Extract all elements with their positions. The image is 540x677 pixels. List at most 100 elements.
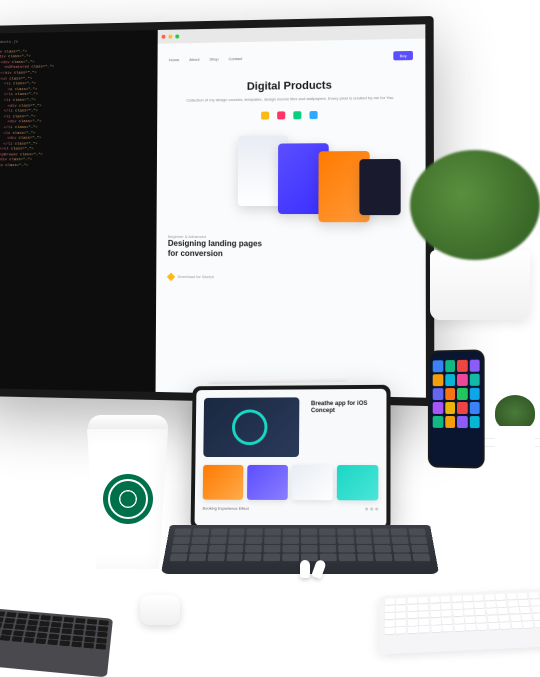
keyboard-key[interactable]	[96, 637, 107, 643]
keyboard-key[interactable]	[245, 554, 262, 562]
ipad-screen[interactable]: Breathe app for iOS Concept Booking Expe…	[195, 389, 387, 527]
keyboard-key[interactable]	[477, 623, 488, 630]
keyboard-key[interactable]	[35, 638, 46, 644]
keyboard-key[interactable]	[408, 619, 418, 626]
keyboard-key[interactable]	[95, 644, 106, 650]
keyboard-key[interactable]	[396, 605, 406, 612]
iphone-homescreen[interactable]	[430, 351, 483, 466]
keyboard-key[interactable]	[301, 528, 317, 535]
keyboard-key[interactable]	[73, 629, 84, 635]
keyboard-key[interactable]	[452, 602, 462, 609]
app-icon[interactable]	[433, 374, 443, 386]
keyboard-key[interactable]	[419, 611, 429, 618]
keyboard-key[interactable]	[408, 626, 418, 633]
keyboard-key[interactable]	[263, 554, 280, 562]
keyboard-key[interactable]	[83, 642, 94, 648]
keyboard-key[interactable]	[454, 624, 465, 631]
keyboard-key[interactable]	[495, 594, 506, 600]
thumbnail[interactable]	[247, 465, 288, 500]
keyboard-key[interactable]	[51, 622, 62, 628]
keyboard-key[interactable]	[517, 593, 528, 599]
keyboard-key[interactable]	[498, 608, 509, 615]
editor-tab[interactable]: products.js	[0, 38, 151, 47]
thumbnail[interactable]	[292, 465, 333, 500]
keyboard-key[interactable]	[226, 554, 243, 562]
keyboard-key[interactable]	[62, 623, 73, 629]
keyboard-key[interactable]	[337, 528, 353, 535]
keyboard-key[interactable]	[36, 632, 47, 638]
keyboard-key[interactable]	[519, 600, 530, 607]
keyboard-key[interactable]	[319, 528, 335, 535]
keyboard-key[interactable]	[97, 626, 108, 632]
keyboard-key[interactable]	[441, 610, 451, 617]
keyboard-key[interactable]	[301, 537, 317, 544]
keyboard-key[interactable]	[26, 625, 37, 631]
keyboard-key[interactable]	[474, 595, 484, 601]
keyboard-key[interactable]	[16, 619, 27, 625]
keyboard-key[interactable]	[441, 603, 451, 610]
app-icon[interactable]	[457, 360, 467, 372]
keyboard-key[interactable]	[13, 630, 24, 636]
keyboard-key[interactable]	[393, 545, 410, 552]
keyboard-key[interactable]	[419, 626, 429, 633]
keyboard-key[interactable]	[207, 554, 224, 562]
keyboard-key[interactable]	[534, 621, 540, 628]
keyboard-key[interactable]	[521, 614, 532, 621]
keyboard-key[interactable]	[246, 537, 263, 544]
keyboard-key[interactable]	[410, 537, 427, 544]
keyboard-key[interactable]	[4, 618, 15, 624]
keyboard-key[interactable]	[506, 593, 517, 599]
ipad[interactable]: Breathe app for iOS Concept Booking Expe…	[191, 385, 391, 531]
keyboard-key[interactable]	[0, 635, 11, 641]
keyboard-key[interactable]	[71, 641, 82, 647]
keyboard-key[interactable]	[499, 615, 510, 622]
app-icon[interactable]	[433, 402, 443, 414]
keyboard-key[interactable]	[39, 621, 50, 627]
keyboard-key[interactable]	[391, 528, 408, 535]
keyboard-key[interactable]	[98, 620, 109, 626]
keyboard-key[interactable]	[375, 554, 392, 562]
keyboard-key[interactable]	[385, 598, 395, 604]
keyboard-key[interactable]	[373, 528, 390, 535]
keyboard-key[interactable]	[86, 619, 97, 625]
keyboard-key[interactable]	[355, 528, 372, 535]
cta-button[interactable]: Buy	[393, 51, 413, 60]
keyboard-key[interactable]	[385, 620, 395, 627]
thumbnail[interactable]	[203, 465, 244, 500]
keyboard-key[interactable]	[409, 528, 426, 535]
nav-link[interactable]: About	[189, 57, 199, 62]
keyboard-key[interactable]	[85, 630, 96, 636]
keyboard-key[interactable]	[74, 624, 85, 630]
app-icon[interactable]	[457, 416, 467, 428]
keyboard-key[interactable]	[86, 625, 97, 631]
keyboard-key[interactable]	[60, 634, 71, 640]
keyboard-key[interactable]	[209, 537, 226, 544]
keyboard-key[interactable]	[301, 545, 317, 552]
keyboard-key[interactable]	[357, 554, 374, 562]
app-icon[interactable]	[433, 388, 443, 400]
keyboard-key[interactable]	[319, 537, 335, 544]
keyboard-key[interactable]	[419, 604, 429, 611]
keyboard-key[interactable]	[385, 605, 395, 612]
keyboard-key[interactable]	[355, 537, 372, 544]
keyboard-key[interactable]	[396, 612, 406, 619]
keyboard-key[interactable]	[520, 607, 531, 614]
app-icon[interactable]	[469, 416, 479, 428]
keyboard-key[interactable]	[229, 528, 246, 535]
keyboard-key[interactable]	[1, 629, 13, 635]
keyboard-key[interactable]	[385, 627, 395, 634]
pagination-dots[interactable]	[365, 507, 378, 510]
keyboard-key[interactable]	[25, 631, 36, 637]
magic-keyboard[interactable]	[379, 589, 540, 655]
keyboard-key[interactable]	[17, 613, 28, 619]
thumbnail[interactable]	[337, 465, 379, 500]
keyboard-key[interactable]	[23, 637, 35, 643]
keyboard-key[interactable]	[6, 612, 17, 618]
keyboard-key[interactable]	[429, 597, 439, 603]
keyboard-key[interactable]	[508, 600, 519, 607]
keyboard-key[interactable]	[174, 528, 191, 535]
app-icon[interactable]	[445, 402, 455, 414]
keyboard-key[interactable]	[465, 616, 476, 623]
keyboard-key[interactable]	[463, 595, 473, 601]
nav-link[interactable]: Shop	[209, 56, 218, 61]
